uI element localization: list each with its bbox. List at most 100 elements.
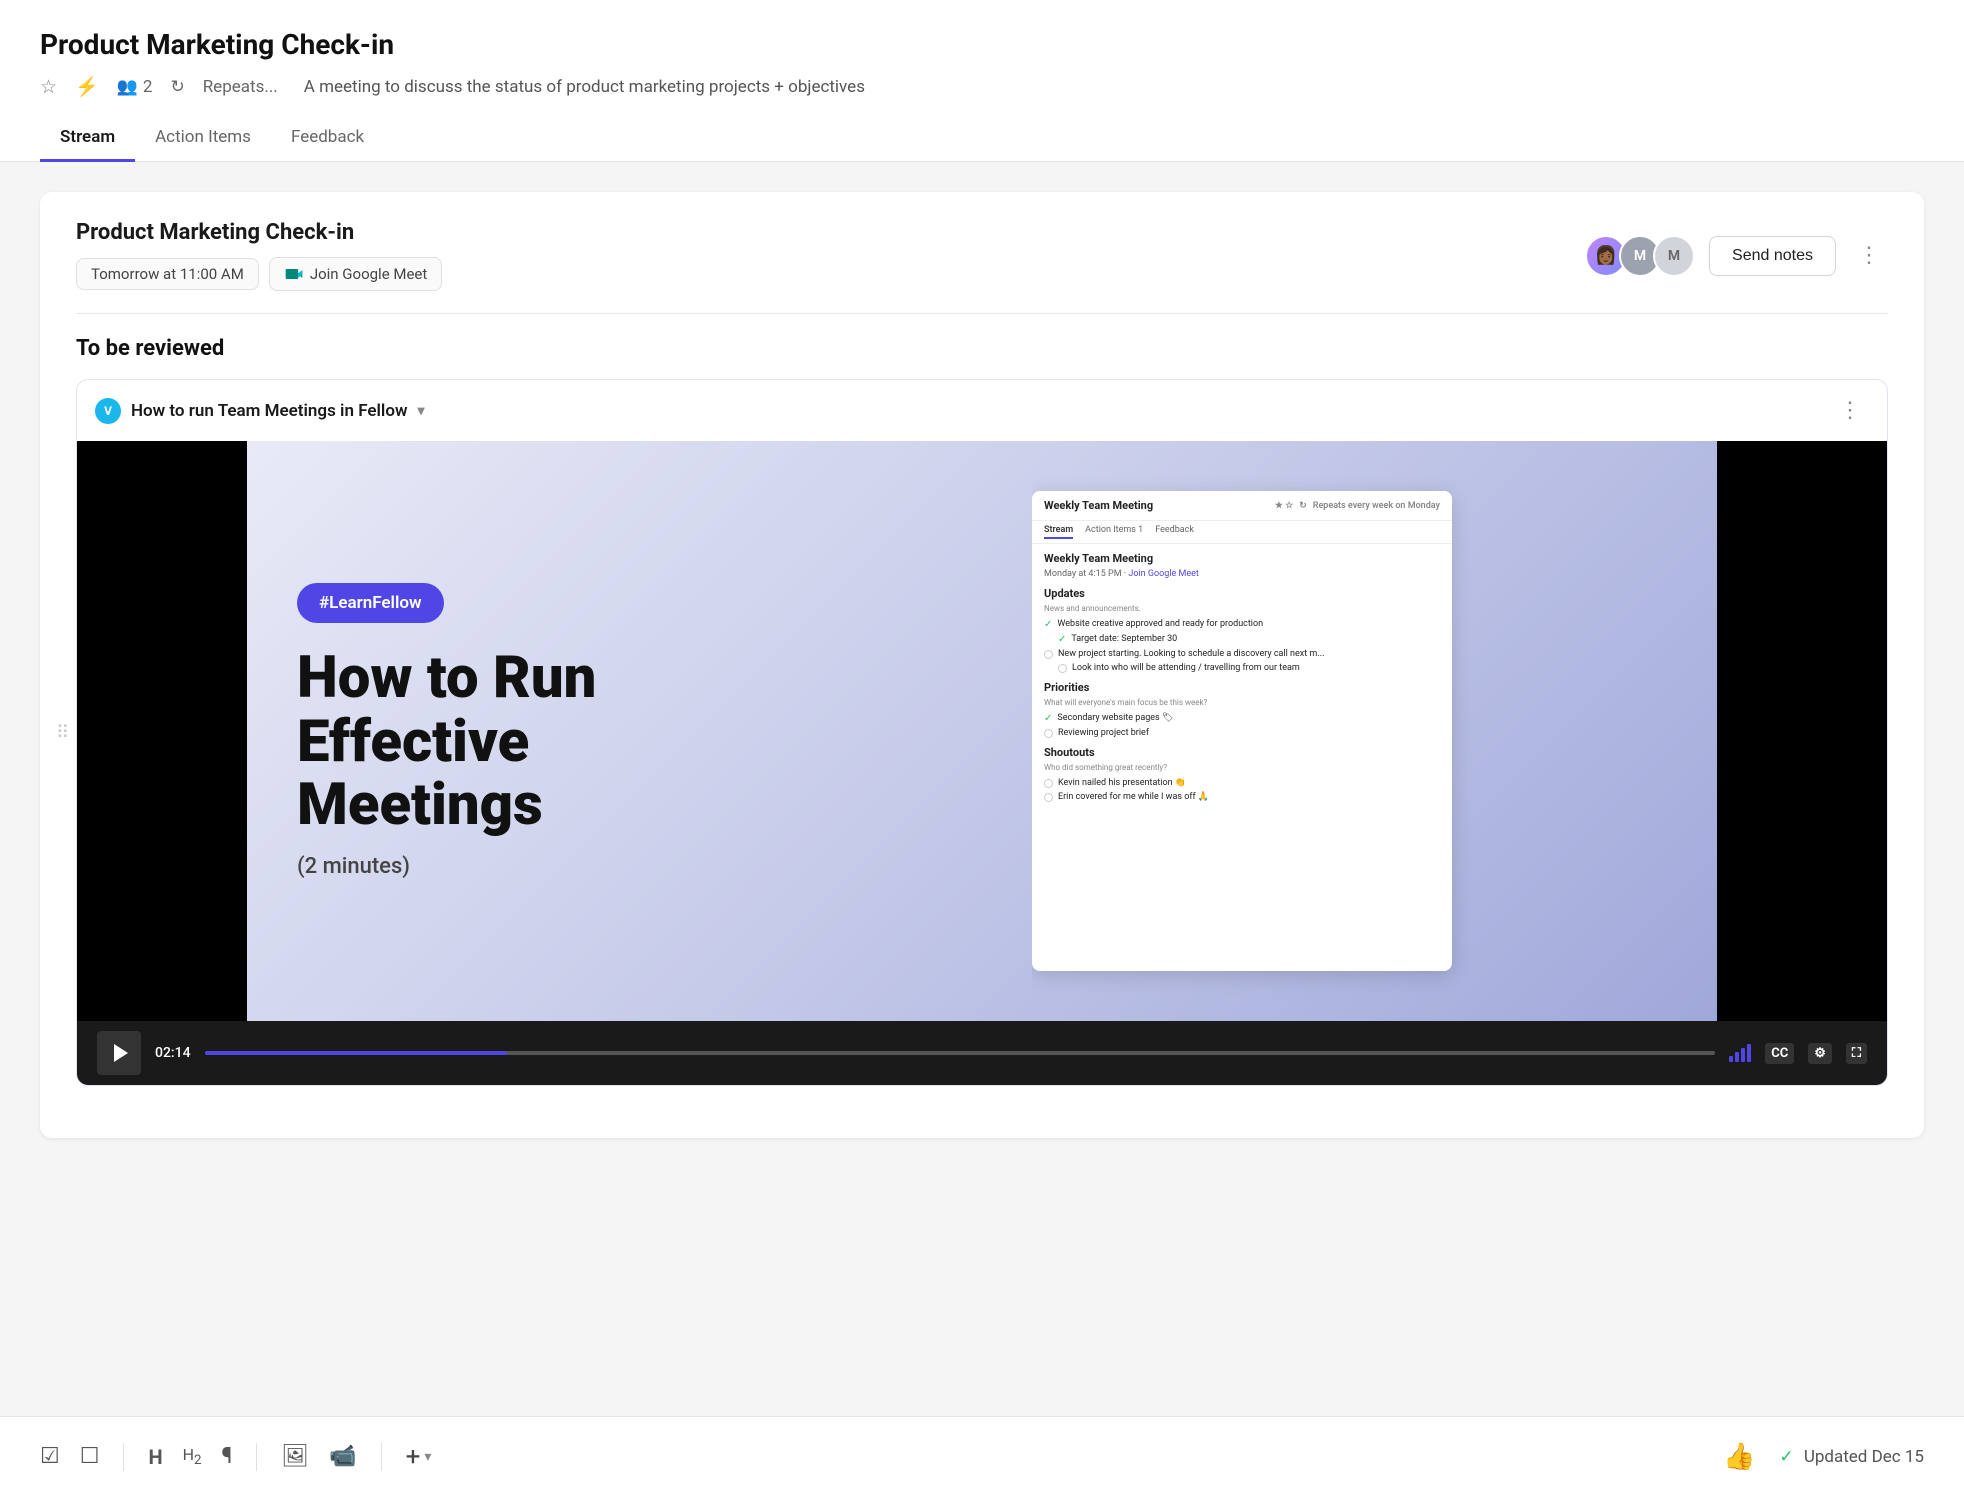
app-screenshot-content: Weekly Team Meeting Monday at 4:15 PM · …: [1032, 544, 1452, 814]
hashtag-badge: #LearnFellow: [297, 583, 444, 623]
play-triangle-icon: [114, 1044, 128, 1062]
app-repeat: ↻: [1299, 501, 1307, 511]
app-item-text: Target date: September 30: [1071, 634, 1177, 644]
app-meeting-title-header: Weekly Team Meeting: [1044, 499, 1153, 512]
video-card-title: V How to run Team Meetings in Fellow ▾: [95, 398, 425, 424]
empty-circle-icon: [1044, 729, 1053, 738]
updated-text: ✓ Updated Dec 15: [1779, 1447, 1924, 1467]
empty-circle-icon: [1044, 793, 1053, 802]
tab-stream[interactable]: Stream: [40, 115, 135, 162]
main-content: Product Marketing Check-in Tomorrow at 1…: [0, 162, 1964, 1458]
lightning-icon[interactable]: ⚡: [75, 75, 99, 98]
app-item: ✓ Website creative approved and ready fo…: [1044, 619, 1440, 630]
app-section-shoutouts-sub: Who did something great recently?: [1044, 763, 1440, 772]
time-badge-text: Tomorrow at 11:00 AM: [91, 265, 244, 283]
repeat-icon: ↻: [170, 77, 184, 97]
app-section-updates: Updates: [1044, 587, 1440, 600]
meeting-card-header: Product Marketing Check-in Tomorrow at 1…: [76, 220, 1888, 291]
meeting-card: Product Marketing Check-in Tomorrow at 1…: [40, 192, 1924, 1138]
attendee-count: 👥 2: [117, 77, 153, 97]
app-screenshot: Weekly Team Meeting ★ ☆ ↻ Repeats every …: [1032, 491, 1452, 971]
app-section-updates-sub: News and announcements.: [1044, 604, 1440, 613]
progress-fill: [205, 1051, 507, 1055]
check-icon: ✓: [1058, 634, 1066, 645]
time-code: 02:14: [155, 1045, 191, 1061]
image-icon[interactable]: 🖼: [281, 1444, 309, 1469]
star-icon[interactable]: ☆: [40, 75, 57, 98]
video-app-side: Weekly Team Meeting ★ ☆ ↻ Repeats every …: [1032, 441, 1717, 1021]
video-title-text: How to run Team Meetings in Fellow: [131, 401, 408, 421]
chevron-down-small-icon: ▾: [424, 1449, 431, 1465]
vol-bar-2: [1735, 1052, 1739, 1062]
app-repeat-text: Repeats every week on Monday: [1313, 501, 1440, 511]
join-meet-badge[interactable]: Join Google Meet: [269, 257, 442, 291]
fullscreen-button[interactable]: ⛶: [1846, 1043, 1867, 1064]
app-item-text: Secondary website pages 🏷: [1057, 713, 1173, 723]
circle-check-icon[interactable]: ☑: [40, 1444, 60, 1469]
video-controls: 02:14 CC ⚙ ⛶: [77, 1021, 1887, 1085]
chevron-down-icon[interactable]: ▾: [418, 403, 425, 419]
video-icon[interactable]: 📹: [329, 1444, 356, 1469]
tab-action-items[interactable]: Action Items: [135, 115, 271, 162]
thumbs-up-icon[interactable]: 👍: [1723, 1442, 1755, 1472]
app-item-text: Look into who will be attending / travel…: [1072, 663, 1300, 673]
vol-bar-4: [1747, 1044, 1751, 1062]
app-nav-feedback: Feedback: [1155, 525, 1194, 539]
app-item: ✓ Secondary website pages 🏷: [1044, 713, 1440, 724]
video-player[interactable]: #LearnFellow How to Run Effective Meetin…: [77, 441, 1887, 1021]
video-card-header: V How to run Team Meetings in Fellow ▾ ⋮: [77, 380, 1887, 441]
meeting-card-left: Product Marketing Check-in Tomorrow at 1…: [76, 220, 442, 291]
drag-handle-icon[interactable]: ⠿: [56, 722, 69, 743]
checkbox-icon[interactable]: ☐: [80, 1444, 100, 1469]
meeting-card-title: Product Marketing Check-in: [76, 220, 442, 245]
google-meet-icon: [284, 264, 304, 284]
video-letterbox-left: [77, 441, 247, 1021]
tab-feedback[interactable]: Feedback: [271, 115, 384, 162]
check-icon: ✓: [1044, 713, 1052, 724]
settings-button[interactable]: ⚙: [1808, 1043, 1832, 1064]
app-screenshot-meeting-meta: Monday at 4:15 PM · Join Google Meet: [1044, 569, 1440, 579]
app-item-text: Kevin nailed his presentation 👏: [1058, 778, 1186, 788]
app-item: Erin covered for me while I was off 🙏: [1044, 792, 1440, 802]
more-options-icon[interactable]: ⋮: [1850, 239, 1888, 272]
app-nav-stream: Stream: [1044, 525, 1073, 539]
video-duration: (2 minutes): [297, 854, 982, 879]
toolbar-left: ☑ ☐ H H2 ¶ 🖼 📹 + ▾: [40, 1442, 431, 1472]
paragraph-icon[interactable]: ¶: [222, 1444, 233, 1469]
toolbar-right: 👍 ✓ Updated Dec 15: [1723, 1442, 1924, 1472]
video-more-options-icon[interactable]: ⋮: [1831, 394, 1869, 427]
toolbar-divider-2: [256, 1443, 257, 1471]
video-main-title: How to Run Effective Meetings: [297, 647, 982, 838]
app-item: Look into who will be attending / travel…: [1058, 663, 1440, 673]
app-item: New project starting. Looking to schedul…: [1044, 649, 1440, 659]
repeats-label: Repeats...: [203, 77, 278, 97]
page-title: Product Marketing Check-in: [40, 28, 1924, 75]
vimeo-icon: V: [95, 398, 121, 424]
tab-bar: Stream Action Items Feedback: [40, 114, 1924, 161]
play-button[interactable]: [97, 1031, 141, 1075]
people-icon: 👥: [117, 77, 138, 97]
video-card: V How to run Team Meetings in Fellow ▾ ⋮: [76, 379, 1888, 1086]
send-notes-button[interactable]: Send notes: [1709, 236, 1836, 276]
vol-bar-1: [1729, 1056, 1733, 1062]
plus-icon: +: [406, 1442, 421, 1472]
app-item: ✓ Target date: September 30: [1058, 634, 1440, 645]
meeting-meta: ☆ ⚡ 👥 2 ↻ Repeats... A meeting to discus…: [40, 75, 1924, 114]
avatar-3: M: [1653, 235, 1695, 277]
video-letterbox-right: [1717, 441, 1887, 1021]
cc-button[interactable]: CC: [1765, 1043, 1794, 1064]
empty-circle-icon: [1058, 664, 1067, 673]
app-stars: ★ ☆: [1275, 501, 1293, 511]
top-header: Product Marketing Check-in ☆ ⚡ 👥 2 ↻ Rep…: [0, 0, 1964, 162]
add-button[interactable]: + ▾: [406, 1442, 432, 1472]
heading1-icon[interactable]: H: [148, 1445, 162, 1469]
toolbar-divider-3: [381, 1443, 382, 1471]
meeting-card-right: 👩🏾 M M Send notes ⋮: [1585, 235, 1888, 277]
progress-bar[interactable]: [205, 1051, 1716, 1055]
meeting-card-badges: Tomorrow at 11:00 AM Join Google Meet: [76, 257, 442, 291]
volume-icon: [1729, 1044, 1751, 1062]
heading2-icon[interactable]: H2: [183, 1445, 202, 1468]
to-be-reviewed-section: To be reviewed ⠿ V How to run Team Meeti…: [76, 336, 1888, 1086]
app-item-text: Website creative approved and ready for …: [1057, 619, 1263, 629]
vol-bar-3: [1741, 1048, 1745, 1062]
